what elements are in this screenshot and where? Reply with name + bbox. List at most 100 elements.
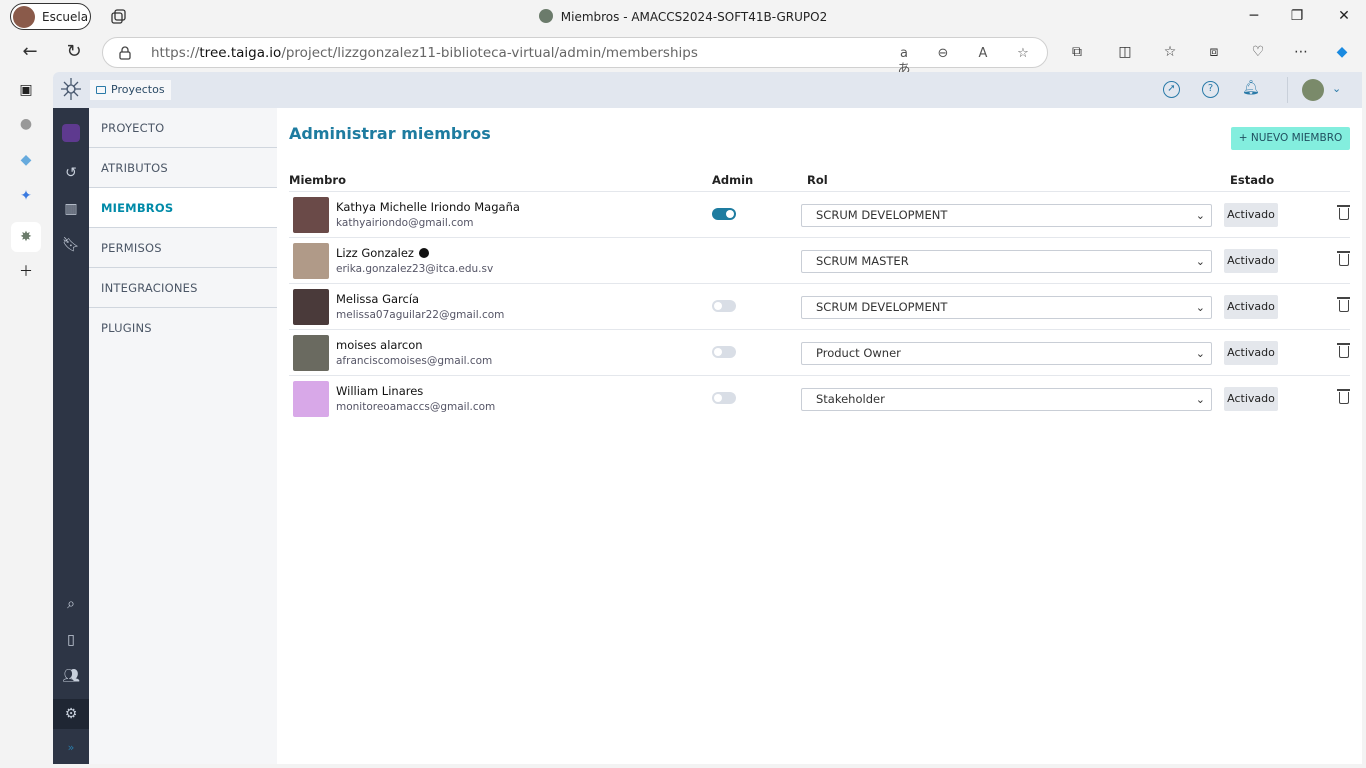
translate-icon[interactable]: aあ: [896, 46, 912, 77]
discover-compass-icon[interactable]: ➚: [1163, 81, 1180, 98]
submenu-item-atributos[interactable]: ATRIBUTOS: [89, 148, 277, 188]
sidebar-app-icon-2[interactable]: ◆: [16, 150, 36, 170]
notifications-bell-icon[interactable]: 🔔︎: [1242, 81, 1260, 98]
search-icon[interactable]: ⌕: [62, 595, 80, 613]
split-screen-icon[interactable]: ◫: [1116, 43, 1134, 61]
expand-rail-icon[interactable]: »: [62, 739, 80, 757]
copilot-icon[interactable]: ◆: [1333, 43, 1351, 61]
role-select[interactable]: Stakeholder ⌄: [801, 388, 1212, 411]
submenu-item-proyecto[interactable]: PROYECTO: [89, 108, 277, 148]
minimize-icon[interactable]: ─: [1246, 8, 1262, 24]
chevron-down-icon: ⌄: [1195, 393, 1205, 406]
status-badge[interactable]: Activado: [1224, 295, 1278, 319]
member-name: Melissa García: [336, 292, 420, 306]
member-row: William Linares monitoreoamaccs@gmail.co…: [289, 376, 1350, 422]
collections-icon[interactable]: ⧈: [1205, 43, 1223, 61]
role-select[interactable]: SCRUM MASTER ⌄: [801, 250, 1212, 273]
topbar-divider: [1287, 77, 1288, 103]
submenu-item-miembros[interactable]: MIEMBROS: [89, 188, 277, 228]
epics-bookmark-icon[interactable]: 🔖︎: [62, 236, 80, 254]
delete-trash-icon[interactable]: [1337, 297, 1350, 312]
status-badge[interactable]: Activado: [1224, 387, 1278, 411]
taiga-favicon-icon: [538, 9, 553, 23]
team-icon[interactable]: 👥︎: [62, 667, 80, 685]
lock-icon: [119, 46, 131, 60]
favorite-star-icon[interactable]: ☆: [1015, 46, 1031, 62]
submenu-item-plugins[interactable]: PLUGINS: [89, 308, 277, 348]
window-title: Miembros - AMACCS2024-SOFT41B-GRUPO2: [0, 9, 1366, 24]
sidebar-app-icon-1[interactable]: ●: [16, 114, 36, 134]
column-header-member: Miembro: [289, 173, 346, 187]
member-email: afranciscomoises@gmail.com: [336, 355, 493, 367]
member-row: Kathya Michelle Iriondo Magaña kathyairi…: [289, 192, 1350, 238]
page-title: Administrar miembros: [289, 124, 491, 143]
favorites-icon[interactable]: ☆: [1161, 43, 1179, 61]
zoom-out-icon[interactable]: ⊖: [935, 46, 951, 62]
main-content: Administrar miembros + NUEVO MIEMBRO Mie…: [277, 108, 1362, 764]
taiga-logo-icon[interactable]: [59, 76, 83, 102]
member-name: Kathya Michelle Iriondo Magaña: [336, 200, 520, 214]
admin-toggle[interactable]: [712, 300, 736, 312]
kanban-icon[interactable]: ▥: [62, 200, 80, 218]
role-select[interactable]: Product Owner ⌄: [801, 342, 1212, 365]
status-badge[interactable]: Activado: [1224, 249, 1278, 273]
refresh-icon[interactable]: ↻: [64, 42, 84, 62]
submenu-item-integraciones[interactable]: INTEGRACIONES: [89, 268, 277, 308]
member-email: erika.gonzalez23@itca.edu.sv: [336, 263, 494, 275]
browser-essentials-icon[interactable]: ♡: [1249, 43, 1267, 61]
vertical-tabs-icon[interactable]: ▣: [16, 80, 36, 100]
taiga-sidebar-icon[interactable]: ✸: [11, 222, 41, 252]
timeline-icon[interactable]: ↺: [62, 164, 80, 182]
role-select[interactable]: SCRUM DEVELOPMENT ⌄: [801, 204, 1212, 227]
admin-submenu: PROYECTO ATRIBUTOS MIEMBROS PERMISOS INT…: [89, 108, 277, 764]
browser-titlebar: Escuela Miembros - AMACCS2024-SOFT41B-GR…: [0, 0, 1366, 34]
column-header-admin: Admin: [712, 173, 754, 187]
member-avatar: [293, 289, 329, 325]
member-email: melissa07aguilar22@gmail.com: [336, 309, 505, 321]
help-icon[interactable]: ?: [1202, 81, 1219, 98]
back-icon[interactable]: ←: [20, 42, 40, 62]
read-aloud-icon[interactable]: A: [975, 46, 991, 62]
admin-toggle[interactable]: [712, 208, 736, 220]
column-header-role: Rol: [807, 173, 828, 187]
admin-toggle[interactable]: [712, 392, 736, 404]
delete-trash-icon[interactable]: [1337, 205, 1350, 220]
member-avatar: [293, 197, 329, 233]
member-row: moises alarcon afranciscomoises@gmail.co…: [289, 330, 1350, 376]
role-select[interactable]: SCRUM DEVELOPMENT ⌄: [801, 296, 1212, 319]
status-badge[interactable]: Activado: [1224, 341, 1278, 365]
chevron-down-icon: ⌄: [1195, 301, 1205, 314]
column-header-status: Estado: [1230, 173, 1275, 187]
delete-trash-icon[interactable]: [1337, 343, 1350, 358]
admin-toggle[interactable]: [712, 346, 736, 358]
folder-icon: [96, 86, 106, 94]
delete-trash-icon[interactable]: [1337, 389, 1350, 404]
member-email: kathyairiondo@gmail.com: [336, 217, 474, 229]
member-name: moises alarcon: [336, 338, 423, 352]
close-icon[interactable]: ✕: [1336, 8, 1352, 24]
url-text: https://tree.taiga.io/project/lizzgonzal…: [151, 45, 698, 61]
extensions-icon[interactable]: ⧉: [1068, 43, 1086, 61]
project-rail: ↺ ▥ 🔖︎ ⌕ ▯ 👥︎ ⚙ »: [53, 108, 89, 764]
restore-icon[interactable]: ❐: [1289, 8, 1305, 24]
admin-settings-icon[interactable]: ⚙: [53, 699, 89, 729]
member-name: Lizz Gonzalez: [336, 246, 429, 260]
member-avatar: [293, 381, 329, 417]
status-badge[interactable]: Activado: [1224, 203, 1278, 227]
new-member-button[interactable]: + NUEVO MIEMBRO: [1231, 127, 1350, 150]
project-logo[interactable]: [62, 124, 80, 142]
member-row: Lizz Gonzalez erika.gonzalez23@itca.edu.…: [289, 238, 1350, 284]
address-bar[interactable]: https://tree.taiga.io/project/lizzgonzal…: [102, 37, 1048, 77]
more-options-icon[interactable]: ⋯: [1292, 43, 1310, 61]
sidebar-app-icon-3[interactable]: ✦: [16, 186, 36, 206]
breadcrumb-projects[interactable]: Proyectos: [90, 80, 171, 100]
edge-sidebar: ▣ ● ◆ ✦ ✸ ＋: [0, 72, 52, 768]
user-avatar[interactable]: [1302, 79, 1324, 101]
chevron-down-icon: ⌄: [1195, 209, 1205, 222]
add-sidebar-app-icon[interactable]: ＋: [16, 262, 36, 282]
taiga-topbar: Proyectos ➚ ? 🔔︎ ⌄: [53, 72, 1362, 108]
submenu-item-permisos[interactable]: PERMISOS: [89, 228, 277, 268]
wiki-book-icon[interactable]: ▯: [62, 631, 80, 649]
delete-trash-icon[interactable]: [1337, 251, 1350, 266]
user-menu-chevron-icon[interactable]: ⌄: [1332, 82, 1341, 95]
